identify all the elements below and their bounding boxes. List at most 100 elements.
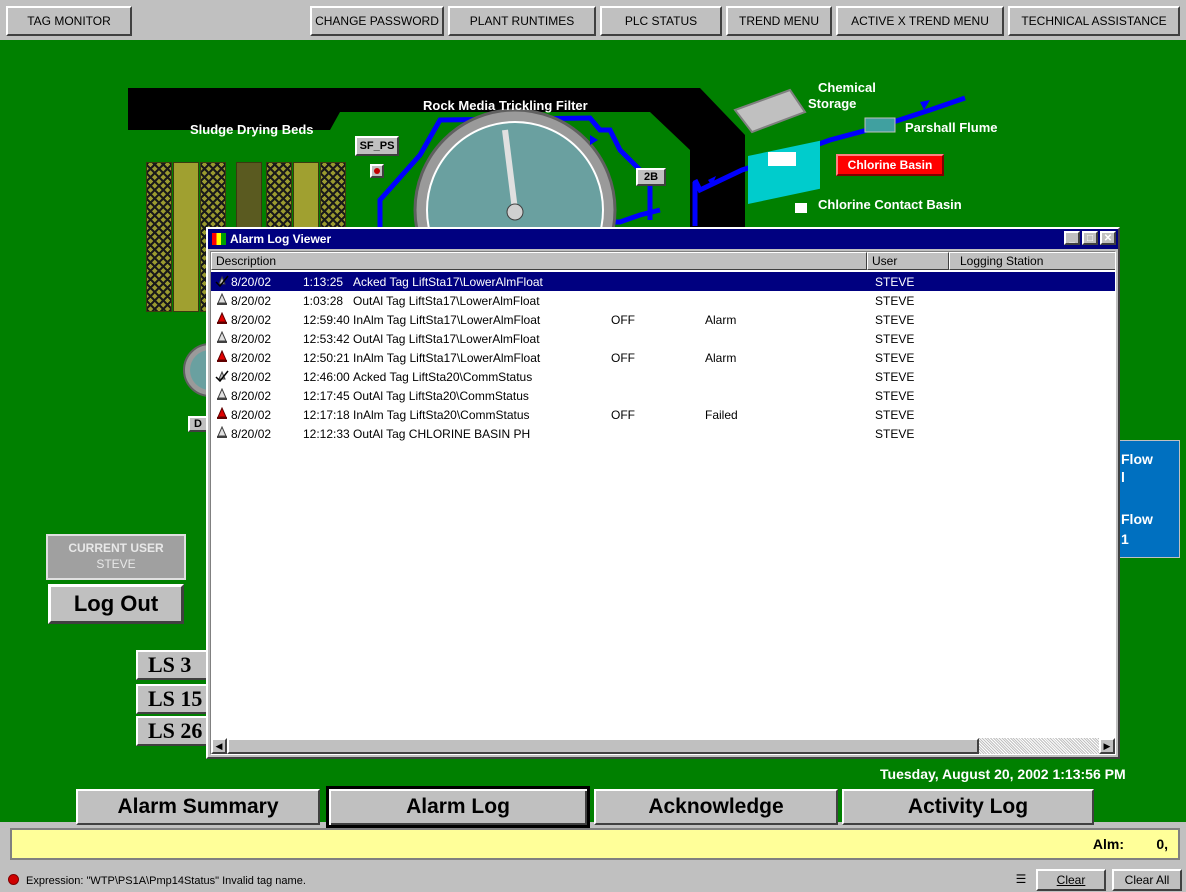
clear-all-button[interactable]: Clear All <box>1112 869 1182 891</box>
alarm-summary-button[interactable]: Alarm Summary <box>76 789 320 825</box>
table-row[interactable]: 8/20/02 12:12:33 OutAl Tag CHLORINE BASIN … <box>211 424 1115 443</box>
row-text: Acked Tag LiftSta17\LowerAlmFloat <box>353 274 543 289</box>
activex-trend-menu-button[interactable]: ACTIVE X TREND MENU <box>836 6 1004 36</box>
chemical-storage-label-2: Storage <box>808 96 857 111</box>
alarm-list-view[interactable]: Description User Logging Station 8/20/02… <box>210 251 1116 755</box>
alarm-log-button[interactable]: Alarm Log <box>326 786 590 828</box>
sf-ps-indicator[interactable] <box>370 164 384 178</box>
table-row[interactable]: 8/20/02 12:53:42 OutAl Tag LiftSta17\Lower… <box>211 329 1115 348</box>
column-user[interactable]: User <box>867 252 949 270</box>
row-value: OFF <box>611 350 635 365</box>
logout-label: Log Out <box>73 591 159 616</box>
chlorine-basin-alarm-button[interactable]: Chlorine Basin <box>836 154 944 176</box>
clear-label: Clear <box>1056 873 1086 887</box>
row-time: 12:17:45 <box>303 388 350 403</box>
row-user: STEVE <box>875 426 915 441</box>
row-time: 12:50:21 <box>303 350 350 365</box>
ls-3-label: LS 3 <box>148 652 192 677</box>
row-user: STEVE <box>875 388 915 403</box>
clear-all-label: Clear All <box>1124 873 1170 887</box>
flow-value-2: 1 <box>1121 531 1129 547</box>
activex-trend-menu-label: ACTIVE X TREND MENU <box>851 14 989 28</box>
chemical-storage-label-1: Chemical <box>818 80 876 95</box>
chlorine-contact-basin-shape <box>748 140 820 205</box>
scroll-thumb[interactable] <box>227 738 979 754</box>
row-date: 8/20/02 <box>231 426 272 441</box>
flow-label-1: Flow <box>1121 451 1153 467</box>
bell-gray-icon <box>215 330 229 348</box>
trend-menu-label: TREND MENU <box>739 14 819 28</box>
table-row[interactable]: 8/20/02 12:50:21 InAlm Tag LiftSta17\Lower… <box>211 348 1115 367</box>
table-row[interactable]: 8/20/02 12:17:18 InAlm Tag LiftSta20\CommS… <box>211 405 1115 424</box>
datetime-display: Tuesday, August 20, 2002 1:13:56 PM <box>880 766 1126 782</box>
plc-status-button[interactable]: PLC STATUS <box>600 6 722 36</box>
row-date: 8/20/02 <box>231 331 272 346</box>
ls-15-button[interactable]: LS 15 <box>136 684 210 714</box>
scroll-left-icon[interactable]: ◀ <box>211 738 227 754</box>
alarm-count-label: Alm: <box>1092 836 1124 852</box>
tag-2b-button[interactable]: 2B <box>636 168 666 186</box>
flow-arrow <box>590 135 598 145</box>
current-user-panel: CURRENT USER STEVE <box>46 534 186 580</box>
chlorine-basin-label: Chlorine Basin <box>847 158 933 172</box>
flow-panel: Flow l Flow 1 <box>1116 440 1180 558</box>
horizontal-scrollbar[interactable]: ◀ ▶ <box>211 738 1115 754</box>
window-title-bar[interactable]: Alarm Log Viewer _ □ ✕ <box>208 229 1118 249</box>
row-time: 12:59:40 <box>303 312 350 327</box>
technical-assistance-button[interactable]: TECHNICAL ASSISTANCE <box>1008 6 1180 36</box>
ls-3-button[interactable]: LS 3 <box>136 650 210 680</box>
status-message: Expression: "WTP\PS1A\Pmp14Status" Inval… <box>26 875 306 887</box>
bell-gray-icon <box>215 292 229 310</box>
parshall-flume-shape <box>864 117 896 133</box>
basin-cover <box>768 152 796 166</box>
filter-hub <box>506 203 524 221</box>
scroll-right-icon[interactable]: ▶ <box>1099 738 1115 754</box>
ls-26-label: LS 26 <box>148 718 203 743</box>
table-row[interactable]: 8/20/02 1:13:25 Acked Tag LiftSta17\LowerA… <box>211 272 1115 291</box>
logout-button[interactable]: Log Out <box>48 584 184 624</box>
minimize-icon[interactable]: _ <box>1064 231 1080 245</box>
table-row[interactable]: 8/20/02 12:17:45 OutAl Tag LiftSta20\CommS… <box>211 386 1115 405</box>
acknowledge-button[interactable]: Acknowledge <box>594 789 838 825</box>
row-time: 12:12:33 <box>303 426 350 441</box>
tag-2b-label: 2B <box>643 171 659 183</box>
red-dot-icon <box>374 168 380 174</box>
sf-ps-button[interactable]: SF_PS <box>355 136 399 156</box>
table-row[interactable]: 8/20/02 12:46:00 Acked Tag LiftSta20\CommS… <box>211 367 1115 386</box>
table-row[interactable]: 8/20/02 1:03:28 OutAl Tag LiftSta17\LowerA… <box>211 291 1115 310</box>
chlorine-contact-basin-label: Chlorine Contact Basin <box>818 197 962 212</box>
sf-ps-label: SF_PS <box>359 140 395 152</box>
row-date: 8/20/02 <box>231 350 272 365</box>
d-button[interactable]: D <box>188 416 208 432</box>
clear-button[interactable]: Clear <box>1036 869 1106 891</box>
row-value: OFF <box>611 407 635 422</box>
row-time: 12:17:18 <box>303 407 350 422</box>
drying-bed <box>146 162 172 312</box>
row-user: STEVE <box>875 350 915 365</box>
column-logging-station[interactable]: Logging Station <box>949 252 1115 270</box>
tag-monitor-button[interactable]: TAG MONITOR <box>6 6 132 36</box>
table-row[interactable]: 8/20/02 12:59:40 InAlm Tag LiftSta17\Lower… <box>211 310 1115 329</box>
ack-check-icon <box>215 274 229 291</box>
flow-value-1: l <box>1121 469 1125 485</box>
trend-menu-button[interactable]: TREND MENU <box>726 6 832 36</box>
ls-26-button[interactable]: LS 26 <box>136 716 210 746</box>
change-password-button[interactable]: CHANGE PASSWORD <box>310 6 444 36</box>
flow-label-2: Flow <box>1121 511 1153 527</box>
alarm-log-label: Alarm Log <box>406 795 510 818</box>
bell-red-icon <box>215 406 229 424</box>
bell-gray-icon <box>215 425 229 443</box>
alarm-banner: Alm: 0, <box>10 828 1180 860</box>
close-icon[interactable]: ✕ <box>1100 231 1116 245</box>
plant-runtimes-button[interactable]: PLANT RUNTIMES <box>448 6 596 36</box>
row-time: 1:13:25 <box>303 274 344 289</box>
activity-log-button[interactable]: Activity Log <box>842 789 1094 825</box>
chemical-storage-tank <box>733 88 807 134</box>
list-header: Description User Logging Station <box>211 252 1115 270</box>
ack-check-icon <box>215 369 229 386</box>
column-description[interactable]: Description <box>211 252 867 270</box>
lines-icon[interactable]: ☰ <box>1012 872 1030 886</box>
row-text: InAlm Tag LiftSta17\LowerAlmFloat <box>353 312 541 327</box>
maximize-icon[interactable]: □ <box>1082 231 1098 245</box>
d-label: D <box>194 418 202 430</box>
